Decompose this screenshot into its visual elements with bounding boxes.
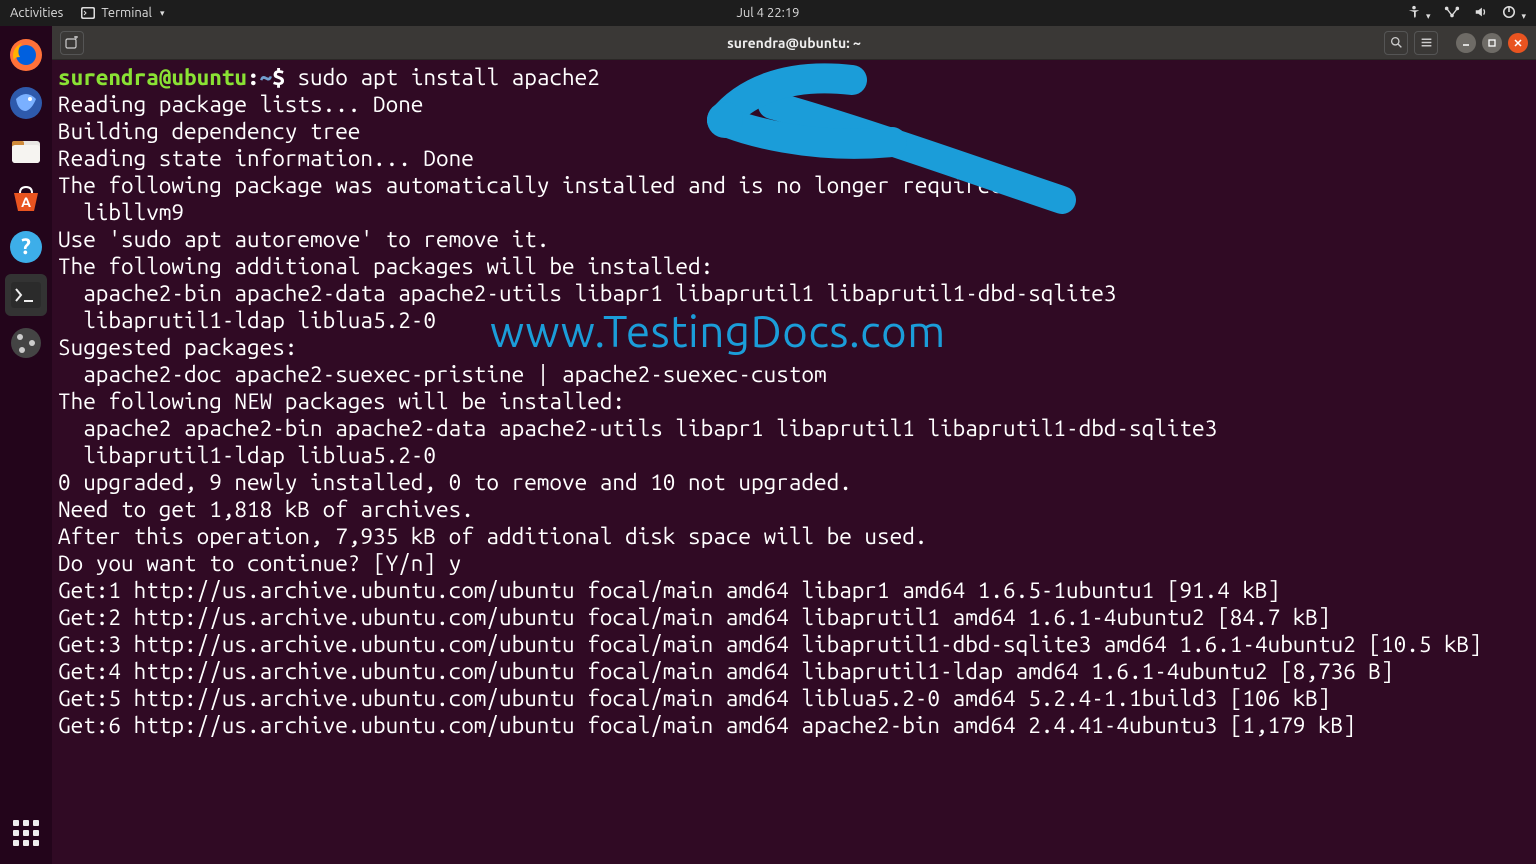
minimize-icon (1461, 38, 1471, 48)
power-icon[interactable]: ▾ (1502, 5, 1526, 22)
watermark-text: www.TestingDocs.com (490, 318, 946, 345)
clock[interactable]: Jul 4 22:19 (736, 6, 799, 20)
dock-icon-ubuntu-software[interactable]: A (5, 178, 47, 220)
terminal-content[interactable]: surendra@ubuntu:~$ sudo apt install apac… (52, 60, 1536, 864)
prompt-colon: : (247, 65, 260, 90)
search-button[interactable] (1384, 31, 1408, 55)
prompt-dollar: $ (272, 65, 297, 90)
gnome-top-bar: Activities Terminal ▾ Jul 4 22:19 ▾ ▾ (0, 0, 1536, 26)
svg-text:A: A (21, 194, 31, 210)
window-titlebar: surendra@ubuntu: ~ (52, 26, 1536, 60)
prompt-user: surendra (58, 65, 159, 90)
dock-icon-thunderbird[interactable] (5, 82, 47, 124)
close-button[interactable] (1508, 33, 1528, 53)
terminal-output: Reading package lists... Done Building d… (58, 92, 1482, 738)
volume-icon[interactable] (1474, 5, 1488, 22)
app-menu[interactable]: Terminal ▾ (81, 6, 164, 20)
dock-icon-tweaks[interactable] (5, 322, 47, 364)
window-title: surendra@ubuntu: ~ (727, 35, 861, 51)
minimize-button[interactable] (1456, 33, 1476, 53)
network-icon[interactable] (1444, 5, 1460, 22)
dock-icon-help[interactable]: ? (5, 226, 47, 268)
activities-button[interactable]: Activities (10, 6, 63, 20)
dock: A ? (0, 26, 52, 864)
maximize-icon (1487, 38, 1497, 48)
dropdown-icon: ▾ (160, 8, 165, 19)
dock-icon-firefox[interactable] (5, 34, 47, 76)
terminal-small-icon (81, 7, 95, 19)
hamburger-icon (1420, 36, 1433, 49)
show-applications-button[interactable] (5, 812, 47, 854)
prompt-host: ubuntu (171, 65, 247, 90)
hamburger-menu-button[interactable] (1414, 31, 1438, 55)
command-text: sudo apt install apache2 (297, 65, 599, 90)
new-tab-icon (65, 36, 79, 50)
close-icon (1513, 38, 1523, 48)
svg-text:?: ? (21, 234, 31, 259)
prompt-at: @ (159, 65, 172, 90)
search-icon (1390, 36, 1403, 49)
terminal-window: surendra@ubuntu: ~ surendra@ubuntu:~$ su… (52, 26, 1536, 864)
app-menu-label: Terminal (101, 6, 152, 20)
maximize-button[interactable] (1482, 33, 1502, 53)
prompt-path: ~ (260, 65, 273, 90)
dock-icon-terminal[interactable] (5, 274, 47, 316)
accessibility-icon[interactable]: ▾ (1407, 5, 1431, 22)
dock-icon-files[interactable] (5, 130, 47, 172)
new-tab-button[interactable] (60, 31, 84, 55)
